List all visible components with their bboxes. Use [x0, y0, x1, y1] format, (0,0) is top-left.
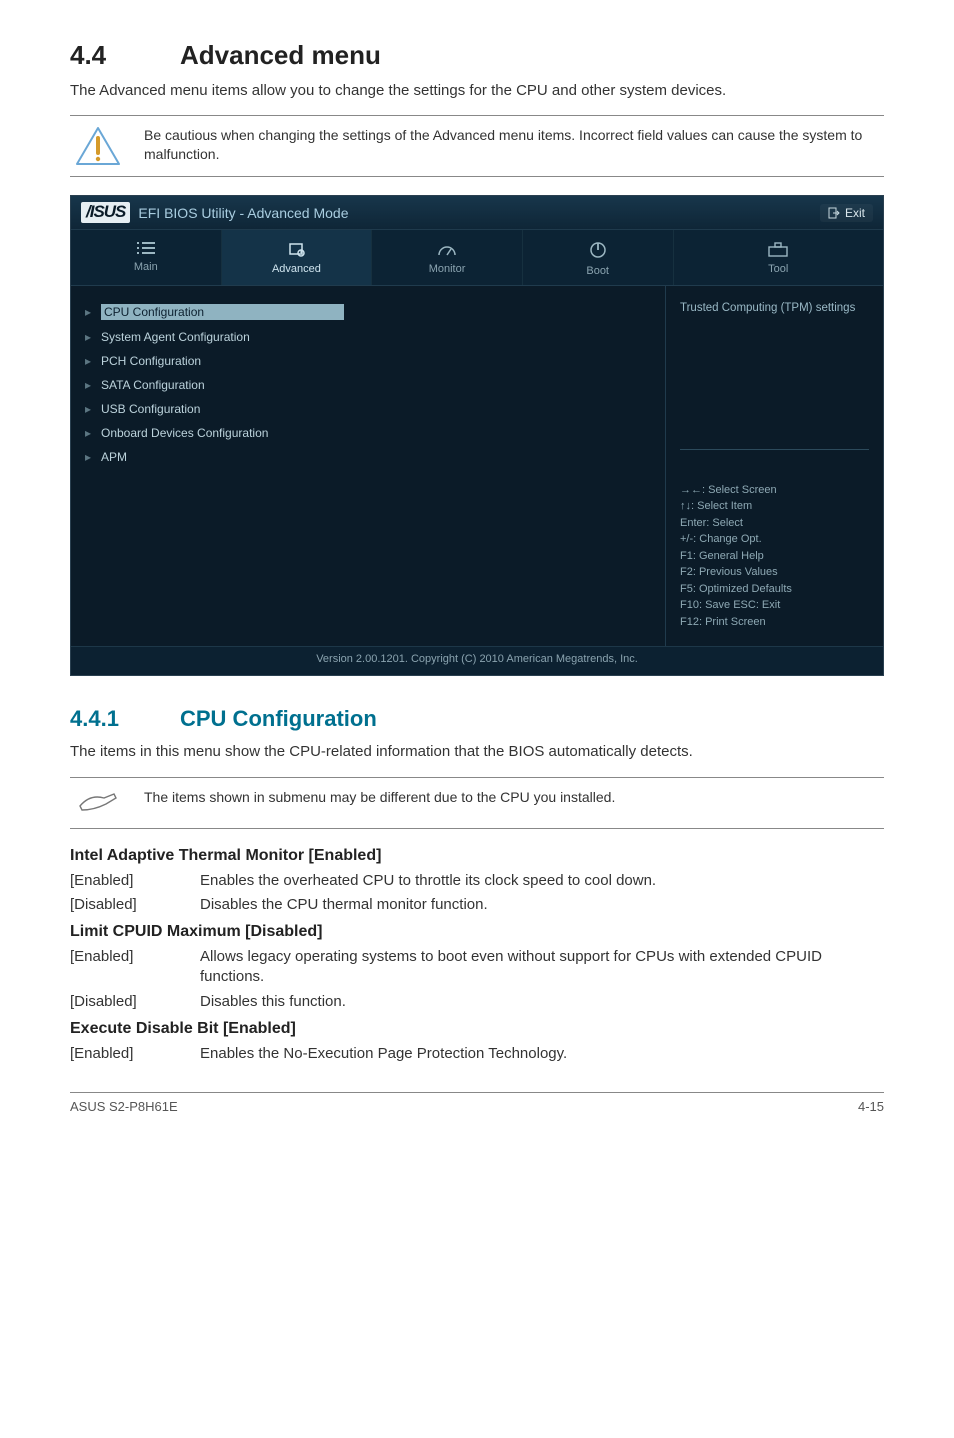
tab-tool-label: Tool	[674, 263, 883, 275]
section-title: 4.4Advanced menu	[70, 40, 884, 71]
param-edb-title: Execute Disable Bit [Enabled]	[70, 1020, 884, 1038]
chevron-right-icon: ▸	[85, 426, 95, 440]
info-note: The items shown in submenu may be differ…	[70, 777, 884, 829]
bios-item-label: CPU Configuration	[101, 304, 344, 320]
chevron-right-icon: ▸	[85, 305, 95, 319]
bios-item-system-agent[interactable]: ▸ System Agent Configuration	[85, 330, 651, 344]
page-footer: ASUS S2-P8H61E 4-15	[70, 1092, 884, 1114]
gauge-icon	[436, 240, 458, 258]
tab-boot-label: Boot	[523, 265, 673, 277]
bios-help-panel: Trusted Computing (TPM) settings →←: Sel…	[665, 286, 883, 646]
param-row: [Enabled]Enables the overheated CPU to t…	[70, 871, 884, 891]
chevron-right-icon: ▸	[85, 354, 95, 368]
bios-item-sata[interactable]: ▸ SATA Configuration	[85, 378, 651, 392]
tab-boot[interactable]: Boot	[523, 230, 674, 285]
tab-tool[interactable]: Tool	[674, 230, 883, 285]
tab-monitor-label: Monitor	[372, 263, 522, 275]
subsection-heading: CPU Configuration	[180, 706, 377, 731]
exit-icon	[828, 207, 840, 219]
chevron-right-icon: ▸	[85, 402, 95, 416]
param-value: Enables the overheated CPU to throttle i…	[200, 871, 884, 891]
bios-item-label: APM	[101, 450, 127, 464]
chevron-right-icon: ▸	[85, 450, 95, 464]
bios-item-label: PCH Configuration	[101, 354, 201, 368]
caution-note: Be cautious when changing the settings o…	[70, 115, 884, 177]
param-row: [Disabled]Disables the CPU thermal monit…	[70, 895, 884, 915]
param-row: [Enabled]Enables the No-Execution Page P…	[70, 1044, 884, 1064]
subsection-title: 4.4.1CPU Configuration	[70, 706, 884, 732]
tab-main[interactable]: Main	[71, 230, 222, 285]
subsection-number: 4.4.1	[70, 706, 180, 732]
caution-text: Be cautious when changing the settings o…	[144, 126, 884, 164]
param-value: Enables the No-Execution Page Protection…	[200, 1044, 884, 1064]
power-icon	[588, 240, 608, 260]
footer-left: ASUS S2-P8H61E	[70, 1099, 178, 1114]
intro-text: The Advanced menu items allow you to cha…	[70, 81, 884, 101]
subsection-intro: The items in this menu show the CPU-rela…	[70, 742, 884, 762]
bios-title: EFI BIOS Utility - Advanced Mode	[138, 205, 348, 221]
param-key: [Disabled]	[70, 992, 200, 1012]
param-key: [Enabled]	[70, 1044, 200, 1064]
pencil-note-icon	[70, 788, 126, 818]
param-value: Disables the CPU thermal monitor functio…	[200, 895, 884, 915]
param-thermal-title: Intel Adaptive Thermal Monitor [Enabled]	[70, 847, 884, 865]
bios-titlebar: /ISUS EFI BIOS Utility - Advanced Mode E…	[71, 196, 883, 230]
info-note-text: The items shown in submenu may be differ…	[144, 788, 884, 807]
bios-item-list: ▸ CPU Configuration ▸ System Agent Configu…	[71, 286, 665, 646]
asus-logo: /ISUS	[81, 202, 130, 223]
param-value: Disables this function.	[200, 992, 884, 1012]
tab-main-label: Main	[71, 261, 221, 273]
param-value: Allows legacy operating systems to boot …	[200, 947, 884, 988]
bios-item-onboard[interactable]: ▸ Onboard Devices Configuration	[85, 426, 651, 440]
chevron-right-icon: ▸	[85, 378, 95, 392]
tab-advanced[interactable]: Advanced	[222, 230, 373, 285]
chip-icon	[285, 240, 307, 258]
tab-monitor[interactable]: Monitor	[372, 230, 523, 285]
bios-item-usb[interactable]: ▸ USB Configuration	[85, 402, 651, 416]
param-cpuid-title: Limit CPUID Maximum [Disabled]	[70, 923, 884, 941]
bios-item-label: USB Configuration	[101, 402, 200, 416]
bios-help-description: Trusted Computing (TPM) settings	[680, 300, 869, 450]
tab-advanced-label: Advanced	[222, 263, 372, 275]
caution-icon	[70, 126, 126, 166]
exit-button[interactable]: Exit	[820, 204, 873, 222]
bios-item-label: Onboard Devices Configuration	[101, 426, 268, 440]
list-icon	[135, 240, 157, 256]
bios-item-label: System Agent Configuration	[101, 330, 250, 344]
param-row: [Enabled]Allows legacy operating systems…	[70, 947, 884, 988]
param-key: [Enabled]	[70, 871, 200, 891]
bios-version-footer: Version 2.00.1201. Copyright (C) 2010 Am…	[71, 646, 883, 675]
bios-tabs: Main Advanced Monitor Boot Tool	[71, 230, 883, 286]
param-row: [Disabled]Disables this function.	[70, 992, 884, 1012]
bios-screenshot: /ISUS EFI BIOS Utility - Advanced Mode E…	[70, 195, 884, 676]
bios-item-cpu-config[interactable]: ▸ CPU Configuration	[85, 304, 651, 320]
bios-item-label: SATA Configuration	[101, 378, 205, 392]
chevron-right-icon: ▸	[85, 330, 95, 344]
bios-item-apm[interactable]: ▸ APM	[85, 450, 651, 464]
footer-right: 4-15	[858, 1099, 884, 1114]
section-heading: Advanced menu	[180, 40, 381, 70]
section-number: 4.4	[70, 40, 180, 71]
toolbox-icon	[766, 240, 790, 258]
param-key: [Disabled]	[70, 895, 200, 915]
param-key: [Enabled]	[70, 947, 200, 988]
bios-item-pch[interactable]: ▸ PCH Configuration	[85, 354, 651, 368]
bios-key-legend: →←: Select Screen ↑↓: Select Item Enter:…	[680, 470, 869, 631]
exit-label: Exit	[845, 206, 865, 220]
